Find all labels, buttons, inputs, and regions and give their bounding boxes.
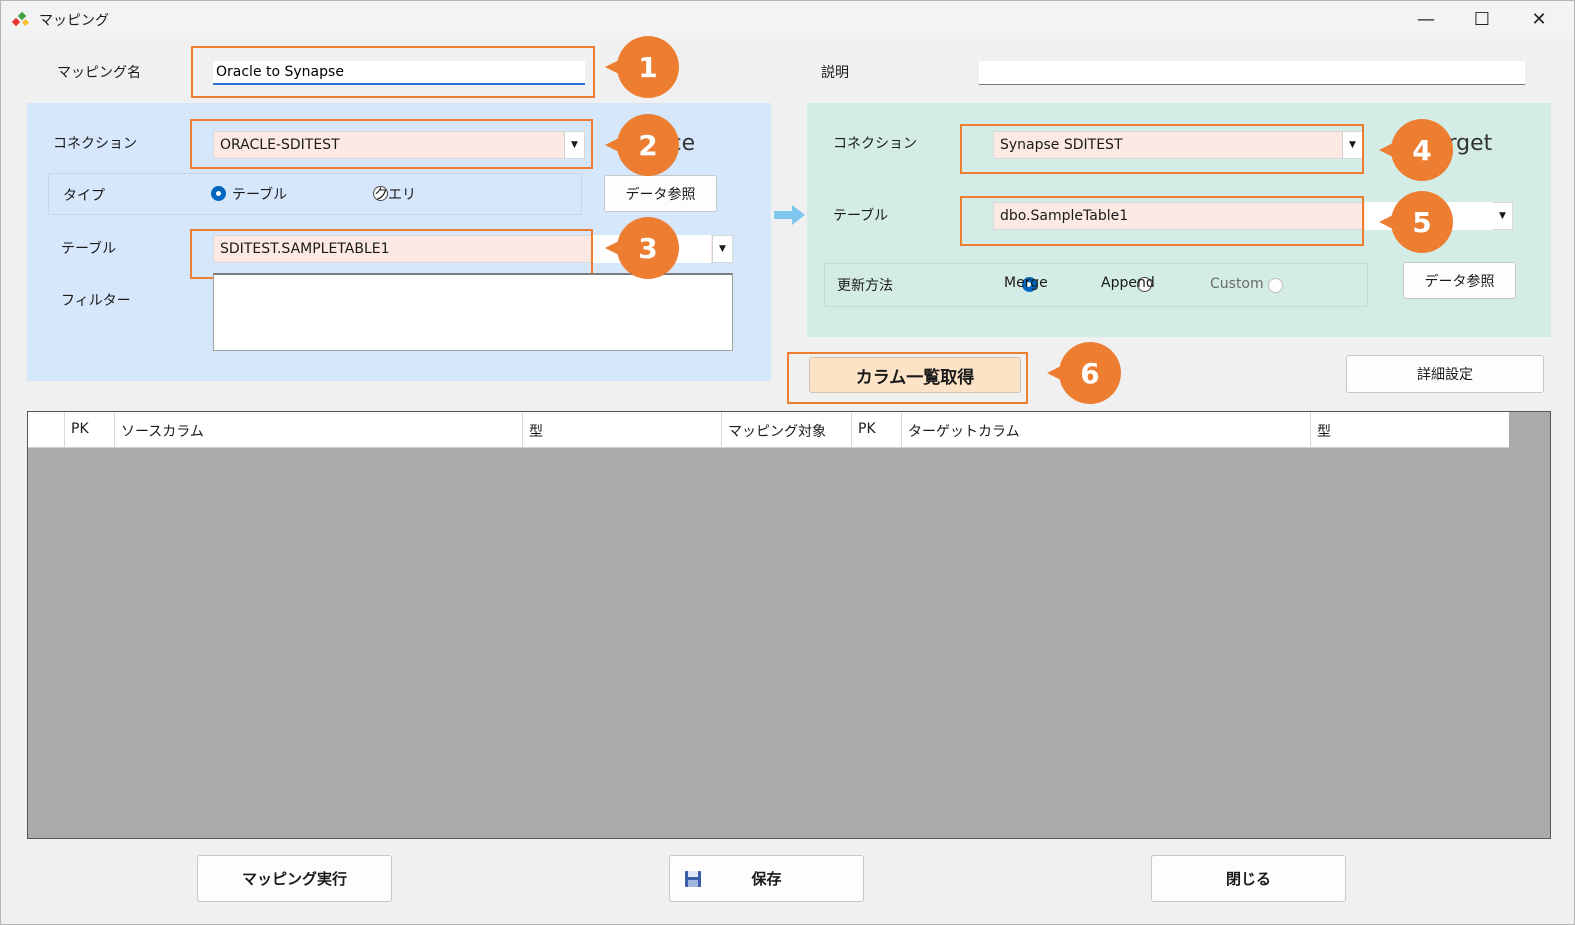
- floppy-disk-icon: [685, 871, 701, 887]
- radio-custom-label: Custom: [1210, 276, 1264, 292]
- grid-header-target-column[interactable]: ターゲットカラム: [902, 412, 1311, 447]
- mapping-name-input[interactable]: [213, 61, 585, 85]
- arrow-right-icon: [774, 205, 805, 225]
- source-table-label: テーブル: [61, 241, 117, 257]
- update-method-group: [824, 263, 1368, 307]
- callout-1: 1: [605, 36, 679, 98]
- close-window-button[interactable]: ✕: [1511, 1, 1567, 37]
- grid-header-rowselector: [28, 412, 65, 447]
- minimize-button[interactable]: —: [1398, 1, 1454, 37]
- radio-type-table[interactable]: [211, 186, 226, 201]
- radio-type-table-label: テーブル: [232, 187, 288, 203]
- callout-4: 4: [1379, 119, 1453, 181]
- app-logo-icon: [11, 11, 30, 27]
- target-browse-button[interactable]: データ参照: [1403, 262, 1516, 299]
- callout-5: 5: [1379, 191, 1453, 253]
- callout-3-highlight: [190, 229, 593, 279]
- source-connection-label: コネクション: [53, 136, 137, 152]
- update-method-label: 更新方法: [837, 278, 893, 294]
- description-input[interactable]: [979, 61, 1525, 85]
- grid-header-target-type[interactable]: 型: [1311, 412, 1509, 447]
- run-mapping-button[interactable]: マッピング実行: [197, 855, 392, 902]
- radio-type-query-label: クエリ: [374, 187, 416, 203]
- grid-header-source-type[interactable]: 型: [523, 412, 722, 447]
- source-browse-button[interactable]: データ参照: [604, 175, 717, 212]
- close-button[interactable]: 閉じる: [1151, 855, 1346, 902]
- callout-6: 6: [1047, 342, 1121, 404]
- save-button-label: 保存: [751, 870, 782, 888]
- callout-2-highlight: [190, 119, 593, 169]
- mapping-name-label: マッピング名: [57, 65, 141, 81]
- target-connection-label: コネクション: [833, 136, 917, 152]
- callout-4-highlight: [960, 124, 1364, 174]
- chevron-down-icon[interactable]: ▼: [712, 236, 732, 262]
- radio-append-label: Append: [1101, 275, 1155, 291]
- description-label: 説明: [821, 65, 849, 81]
- advanced-settings-button[interactable]: 詳細設定: [1346, 355, 1544, 393]
- source-type-group: [48, 173, 582, 215]
- column-grid[interactable]: PK ソースカラム 型 マッピング対象 PK ターゲットカラム 型: [27, 411, 1551, 839]
- grid-header-source-column[interactable]: ソースカラム: [115, 412, 523, 447]
- filter-label: フィルター: [61, 293, 131, 309]
- grid-header-source-pk[interactable]: PK: [65, 412, 115, 447]
- get-columns-button[interactable]: カラム一覧取得: [809, 357, 1021, 393]
- title-bar: マッピング — ☐ ✕: [1, 1, 1574, 39]
- window-title: マッピング: [39, 13, 109, 29]
- grid-header: PK ソースカラム 型 マッピング対象 PK ターゲットカラム 型: [28, 412, 1509, 448]
- save-button[interactable]: 保存: [669, 855, 864, 902]
- maximize-button[interactable]: ☐: [1454, 1, 1510, 37]
- radio-merge-label: Merge: [1004, 275, 1048, 291]
- chevron-down-icon[interactable]: ▼: [1492, 203, 1512, 229]
- grid-header-target-pk[interactable]: PK: [852, 412, 902, 447]
- mapping-window: マッピング — ☐ ✕ マッピング名 説明 rce コネクション ORACLE-…: [0, 0, 1575, 925]
- callout-5-highlight: [960, 196, 1364, 246]
- callout-2: 2: [605, 114, 679, 176]
- source-type-label: タイプ: [63, 188, 105, 204]
- grid-header-mapping-target[interactable]: マッピング対象: [722, 412, 852, 447]
- callout-3: 3: [605, 217, 679, 279]
- filter-textarea[interactable]: [213, 273, 733, 351]
- target-table-label: テーブル: [833, 208, 889, 224]
